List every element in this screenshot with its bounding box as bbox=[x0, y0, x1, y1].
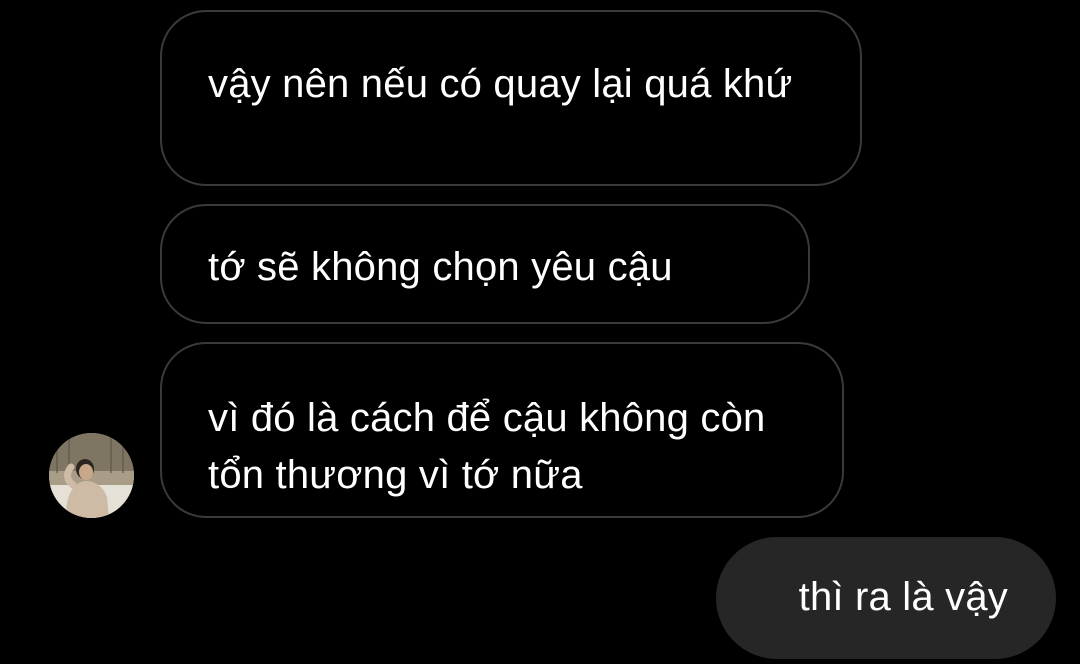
incoming-message-bubble[interactable]: vậy nên nếu có quay lại quá khứ bbox=[160, 10, 862, 186]
avatar-photo bbox=[49, 433, 134, 518]
message-text: thì ra là vậy bbox=[798, 575, 1008, 619]
outgoing-message-bubble[interactable]: thì ra là vậy bbox=[716, 537, 1056, 659]
message-text: vậy nên nếu có quay lại quá khứ bbox=[208, 62, 793, 106]
incoming-message-bubble[interactable]: tớ sẽ không chọn yêu cậu bbox=[160, 204, 810, 324]
incoming-message-bubble[interactable]: vì đó là cách để cậu không còn tổn thươn… bbox=[160, 342, 844, 518]
message-text: tớ sẽ không chọn yêu cậu bbox=[208, 245, 673, 289]
message-text: vì đó là cách để cậu không còn tổn thươn… bbox=[208, 396, 766, 497]
contact-avatar-icon[interactable] bbox=[49, 433, 134, 518]
